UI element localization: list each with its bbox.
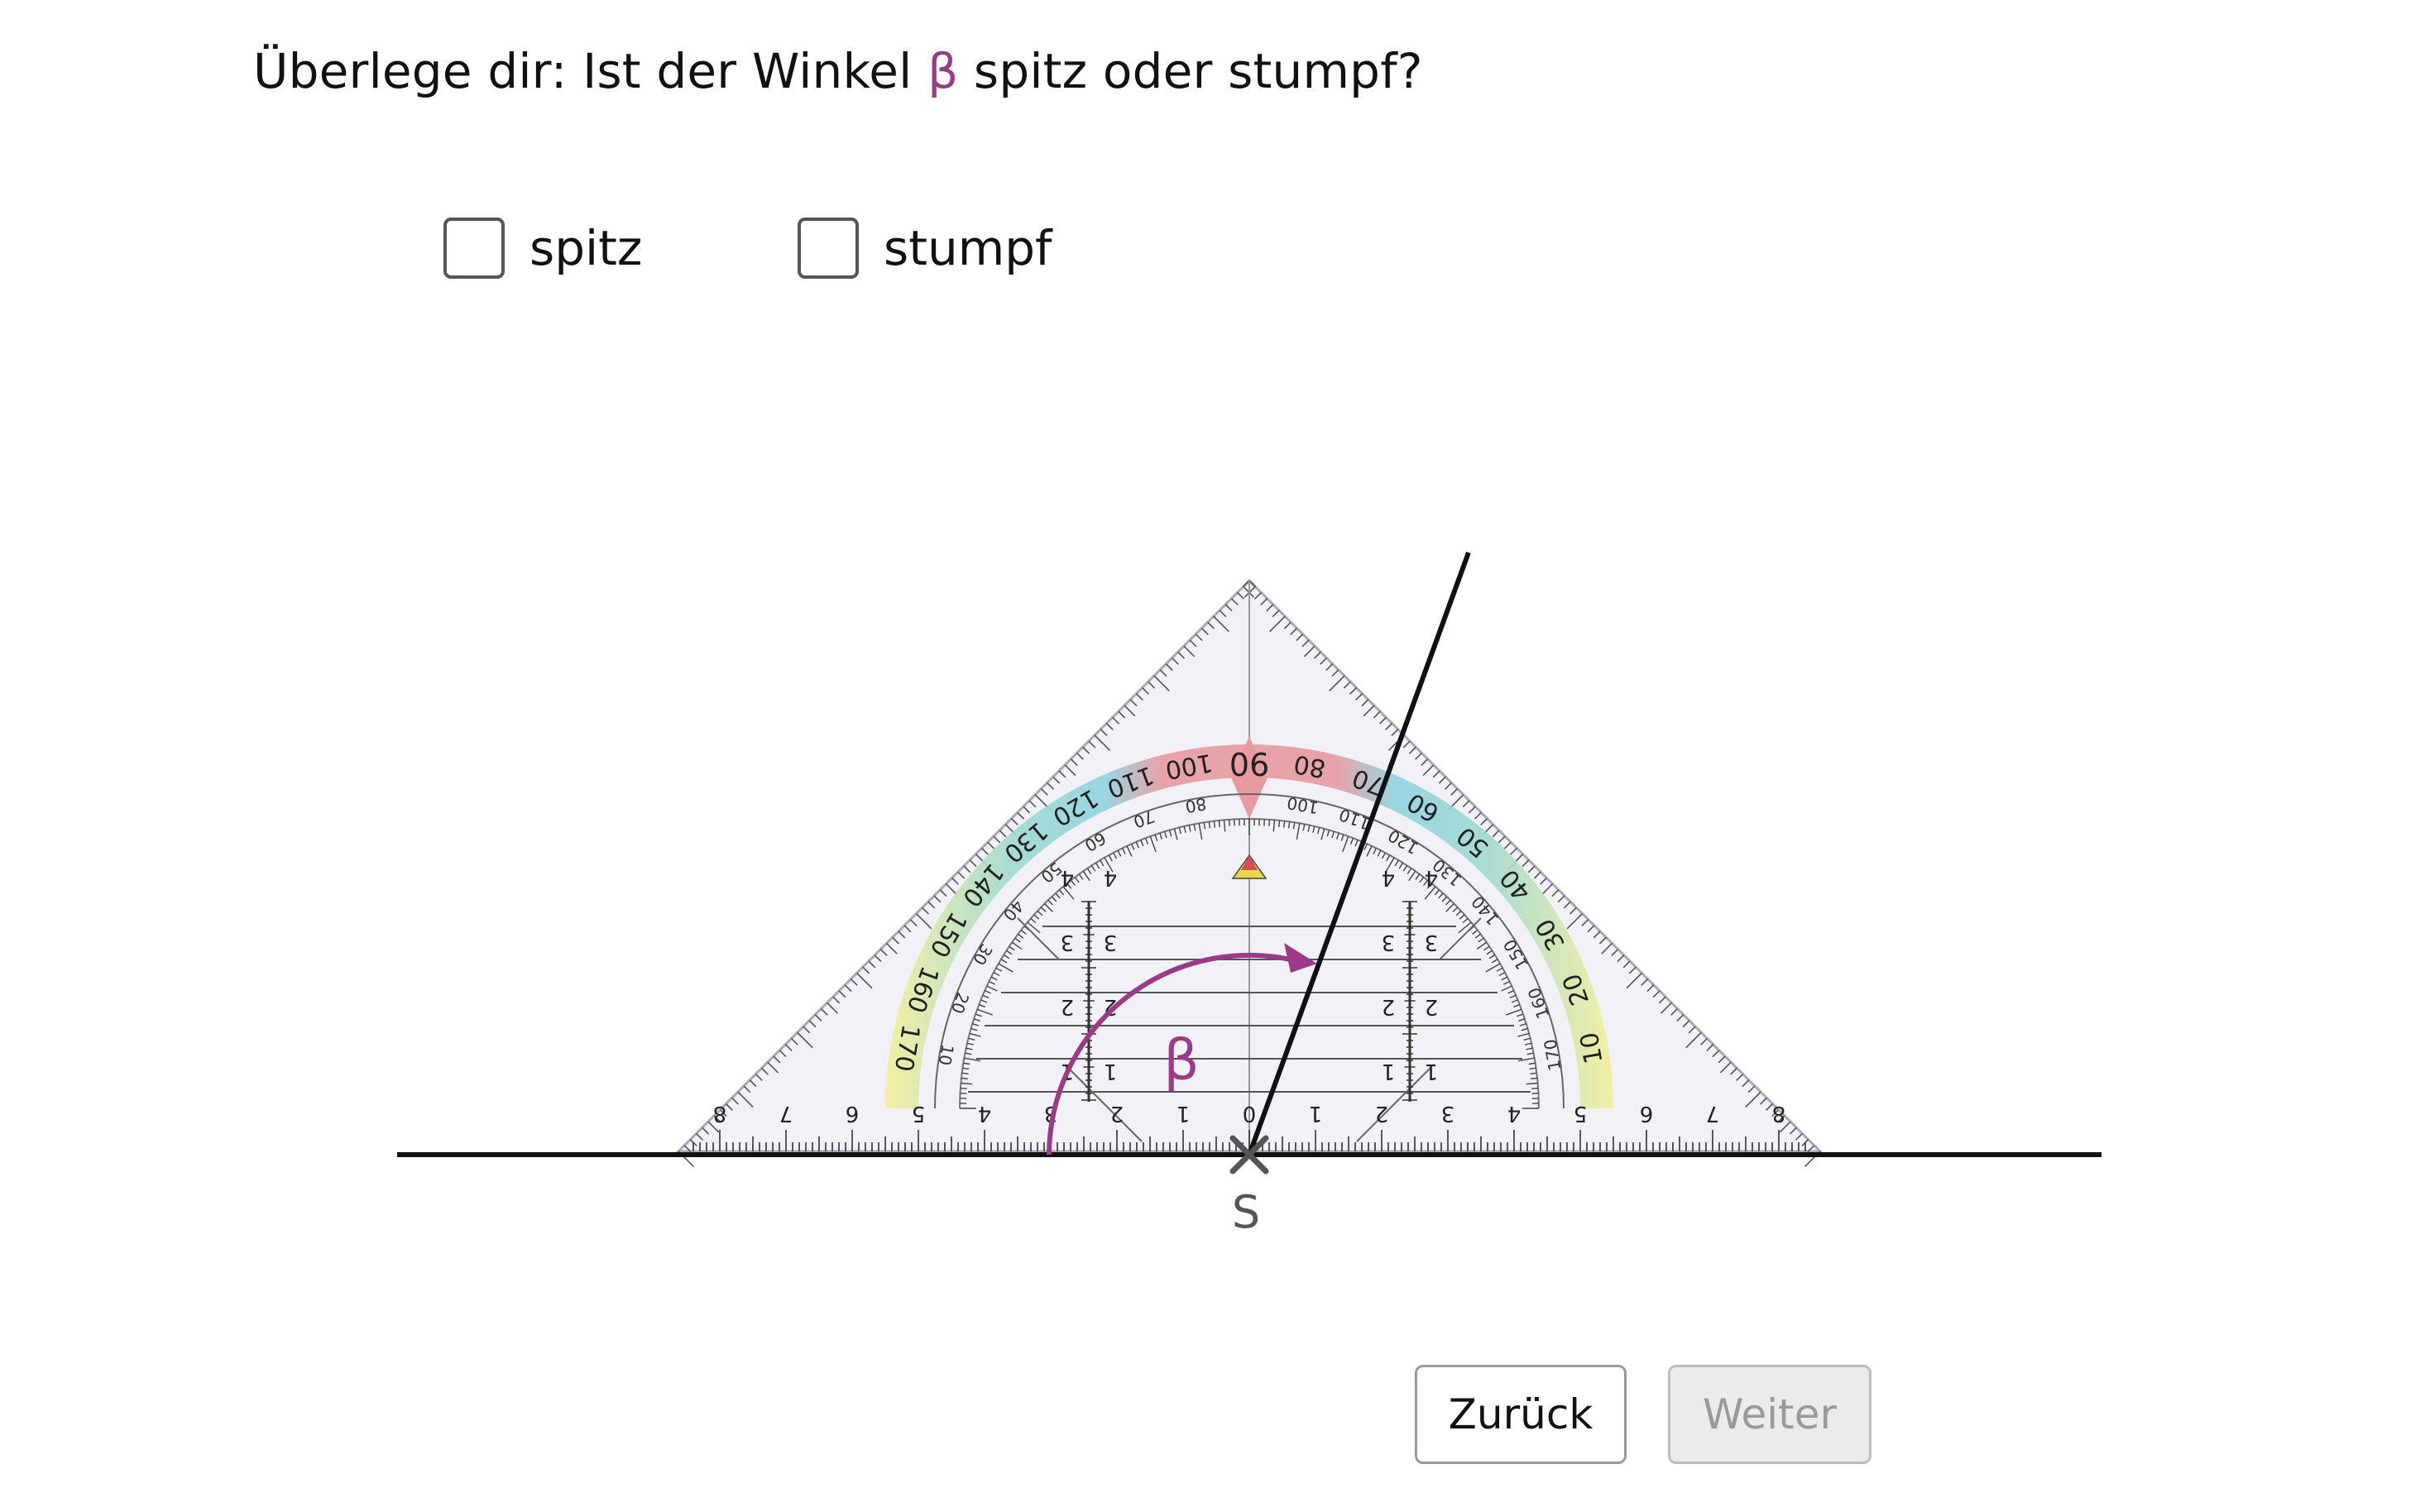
degree-tick <box>1530 1072 1537 1075</box>
degree-tick <box>1282 821 1286 828</box>
outer-degree-label: 90 <box>1229 745 1269 782</box>
back-button[interactable]: Zurück <box>1415 1365 1627 1464</box>
inner-degree-label: 10 <box>935 1043 958 1067</box>
vertical-ruler-label: 3 <box>1061 930 1075 955</box>
vertical-ruler-label: 4 <box>1425 865 1439 890</box>
next-button[interactable]: Weiter <box>1668 1365 1871 1464</box>
inner-degree-label: 80 <box>1184 794 1208 817</box>
degree-tick <box>1531 1077 1538 1079</box>
degree-tick <box>1278 820 1281 827</box>
base-ruler-label: 1 <box>1309 1101 1323 1126</box>
base-ruler-label: 7 <box>779 1101 793 1126</box>
vertical-ruler-label: 2 <box>1382 994 1396 1019</box>
base-ruler-label: 6 <box>846 1101 860 1126</box>
outer-degree-label: 10 <box>1575 1030 1609 1066</box>
base-ruler-label: 8 <box>1772 1101 1786 1126</box>
vertical-ruler-label: 4 <box>1104 865 1118 890</box>
degree-tick <box>1268 819 1271 826</box>
vertex-label: S <box>1232 1186 1260 1238</box>
vertical-ruler-label: 4 <box>1382 865 1396 890</box>
base-ruler-label: 2 <box>1110 1101 1124 1126</box>
base-ruler-label: 4 <box>978 1101 992 1126</box>
degree-tick <box>1218 820 1220 827</box>
vertical-ruler-label: 2 <box>1061 994 1075 1019</box>
base-ruler-label: 2 <box>1375 1101 1389 1126</box>
base-ruler-label: 3 <box>1441 1101 1455 1126</box>
base-ruler-label: 0 <box>1243 1101 1257 1126</box>
degree-tick <box>961 1077 968 1079</box>
outer-degree-label: 80 <box>1291 749 1328 782</box>
angle-label: β <box>1163 1028 1199 1093</box>
degree-tick <box>1228 819 1230 826</box>
degree-tick <box>1213 821 1216 828</box>
base-ruler-label: 6 <box>1640 1101 1654 1126</box>
vertical-ruler-label: 1 <box>1382 1059 1396 1084</box>
vertical-ruler-label: 3 <box>1425 930 1439 955</box>
base-ruler-label: 8 <box>713 1101 727 1126</box>
vertical-ruler-label: 2 <box>1425 994 1439 1019</box>
vertical-ruler-label: 3 <box>1104 930 1118 955</box>
base-ruler-label: 5 <box>912 1101 926 1126</box>
vertical-ruler-label: 1 <box>1425 1059 1439 1084</box>
vertical-ruler-label: 4 <box>1061 865 1075 890</box>
degree-tick <box>961 1072 969 1075</box>
geometry-figure: 1020304050607080901001101201301401501601… <box>397 551 2101 1238</box>
base-ruler-label: 5 <box>1574 1101 1588 1126</box>
base-ruler-label: 4 <box>1507 1101 1521 1126</box>
vertical-ruler-label: 3 <box>1382 930 1396 955</box>
base-ruler-label: 7 <box>1706 1101 1720 1126</box>
vertical-ruler-label: 1 <box>1104 1059 1118 1084</box>
base-ruler-label: 1 <box>1176 1101 1191 1126</box>
